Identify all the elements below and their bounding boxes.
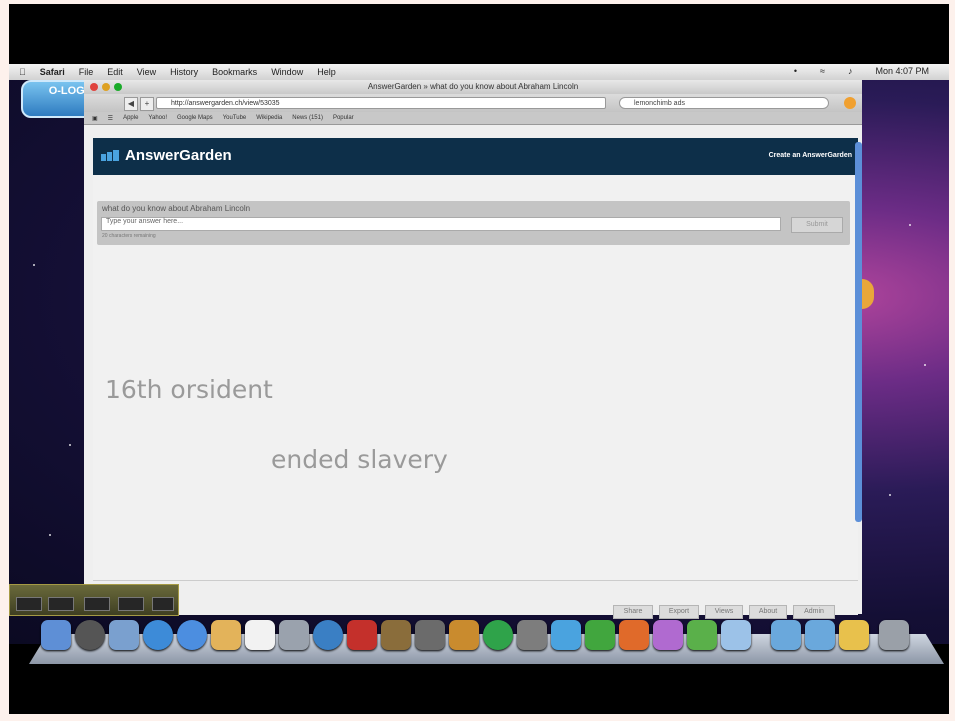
apple-menu-icon[interactable]:  [19, 67, 26, 77]
screen:  Safari File Edit View History Bookmark… [9, 4, 949, 714]
about-button[interactable]: About [749, 605, 787, 619]
recorder-controls [9, 584, 179, 616]
back-icon[interactable]: ◀ [124, 97, 138, 111]
search-field[interactable]: lemonchimb ads [619, 97, 829, 109]
add-bookmark-icon[interactable]: + [140, 97, 154, 111]
system-preferences-icon[interactable] [517, 620, 547, 650]
mail-icon[interactable] [109, 620, 139, 650]
star [49, 534, 51, 536]
browser-window: AnswerGarden » what do you know about Ab… [84, 80, 862, 619]
answer-word[interactable]: ended slavery [271, 445, 448, 474]
dashboard-icon[interactable] [75, 620, 105, 650]
ichat-icon[interactable] [177, 620, 207, 650]
close-icon[interactable] [90, 83, 98, 91]
star [69, 444, 71, 446]
star [924, 364, 926, 366]
pause-control-button[interactable] [48, 597, 74, 611]
footer-bar: Share Export Views About Admin [93, 580, 858, 619]
char-counter: 20 characters remaining [102, 233, 156, 239]
menu-file[interactable]: File [79, 67, 94, 77]
address-book-icon[interactable] [211, 620, 241, 650]
search-text: lemonchimb ads [634, 100, 685, 107]
documents-icon[interactable] [721, 620, 751, 650]
applications-folder-icon[interactable] [771, 620, 801, 650]
entourage-icon[interactable] [653, 620, 683, 650]
bookmarks-menu-icon[interactable]: ☰ [108, 115, 113, 122]
menu-bookmarks[interactable]: Bookmarks [212, 67, 257, 77]
share-button[interactable]: Share [613, 605, 653, 619]
snapback-icon[interactable] [844, 97, 856, 109]
admin-button[interactable]: Admin [793, 605, 835, 619]
messenger-icon[interactable] [687, 620, 717, 650]
answer-input[interactable]: Type your answer here... [101, 217, 781, 231]
trash-icon[interactable] [879, 620, 909, 650]
menu-help[interactable]: Help [317, 67, 336, 77]
close-control-button[interactable] [152, 597, 174, 611]
photo-booth-icon[interactable] [347, 620, 377, 650]
downloads-stack-icon[interactable] [839, 620, 869, 650]
logo-icon [101, 150, 119, 161]
question-box: what do you know about Abraham Lincoln T… [97, 201, 850, 245]
itunes-icon[interactable] [313, 620, 343, 650]
menu-edit[interactable]: Edit [107, 67, 123, 77]
star [33, 264, 35, 266]
bookmark-apple[interactable]: Apple [123, 115, 138, 121]
stop-control-button[interactable] [84, 597, 110, 611]
record-control-button[interactable] [16, 597, 42, 611]
submit-button[interactable]: Submit [791, 217, 843, 233]
bookmark-wikipedia[interactable]: Wikipedia [256, 115, 282, 121]
iphoto-icon[interactable] [381, 620, 411, 650]
imovie-icon[interactable] [415, 620, 445, 650]
time-machine-icon[interactable] [483, 620, 513, 650]
volume-icon[interactable]: ♪ [848, 66, 853, 76]
settings-control-button[interactable] [118, 597, 144, 611]
garageband-icon[interactable] [449, 620, 479, 650]
menu-bar:  Safari File Edit View History Bookmark… [9, 64, 949, 80]
create-answergarden-link[interactable]: Create an AnswerGarden [769, 152, 852, 159]
bookmark-youtube[interactable]: YouTube [223, 115, 247, 121]
word-icon[interactable] [551, 620, 581, 650]
powerpoint-icon[interactable] [619, 620, 649, 650]
answer-word[interactable]: 16th orsident [105, 375, 273, 404]
question-text: what do you know about Abraham Lincoln [102, 204, 251, 213]
menu-history[interactable]: History [170, 67, 198, 77]
menu-window[interactable]: Window [271, 67, 303, 77]
window-title: AnswerGarden » what do you know about Ab… [367, 82, 579, 91]
dock [41, 620, 941, 660]
finder-icon[interactable] [41, 620, 71, 650]
address-bar[interactable]: http://answergarden.ch/view/53035 [156, 97, 606, 109]
excel-icon[interactable] [585, 620, 615, 650]
zoom-icon[interactable] [114, 83, 122, 91]
app-logo[interactable]: AnswerGarden [101, 147, 232, 164]
preview-icon[interactable] [279, 620, 309, 650]
menu-view[interactable]: View [137, 67, 156, 77]
url-text: http://answergarden.ch/view/53035 [171, 100, 280, 107]
browser-toolbar: ◀ + http://answergarden.ch/view/53035 le… [84, 94, 862, 112]
bookmark-google-maps[interactable]: Google Maps [177, 115, 213, 121]
menubar-clock[interactable]: Mon 4:07 PM [875, 66, 929, 76]
bookmark-popular[interactable]: Popular [333, 115, 354, 121]
bookmarks-bar: ▣ ☰ Apple Yahoo! Google Maps YouTube Wik… [84, 112, 862, 125]
answer-area: what do you know about Abraham Lincoln T… [93, 175, 858, 605]
window-titlebar: AnswerGarden » what do you know about Ab… [84, 80, 862, 94]
ical-icon[interactable] [245, 620, 275, 650]
views-button[interactable]: Views [705, 605, 743, 619]
page-scrollbar[interactable] [855, 142, 862, 522]
app-header: AnswerGarden Create an AnswerGarden [93, 138, 858, 175]
bookmark-yahoo[interactable]: Yahoo! [148, 115, 167, 121]
menu-safari[interactable]: Safari [40, 67, 65, 77]
wifi-icon[interactable]: ≈ [820, 66, 825, 76]
export-button[interactable]: Export [659, 605, 699, 619]
documents-folder-icon[interactable] [805, 620, 835, 650]
safari-icon[interactable] [143, 620, 173, 650]
app-logo-text: AnswerGarden [125, 147, 232, 164]
star [889, 494, 891, 496]
bluetooth-icon[interactable]: • [794, 66, 797, 76]
bookmark-news[interactable]: News (151) [292, 115, 323, 121]
reader-icon[interactable]: ▣ [92, 115, 98, 122]
minimize-icon[interactable] [102, 83, 110, 91]
star [909, 224, 911, 226]
